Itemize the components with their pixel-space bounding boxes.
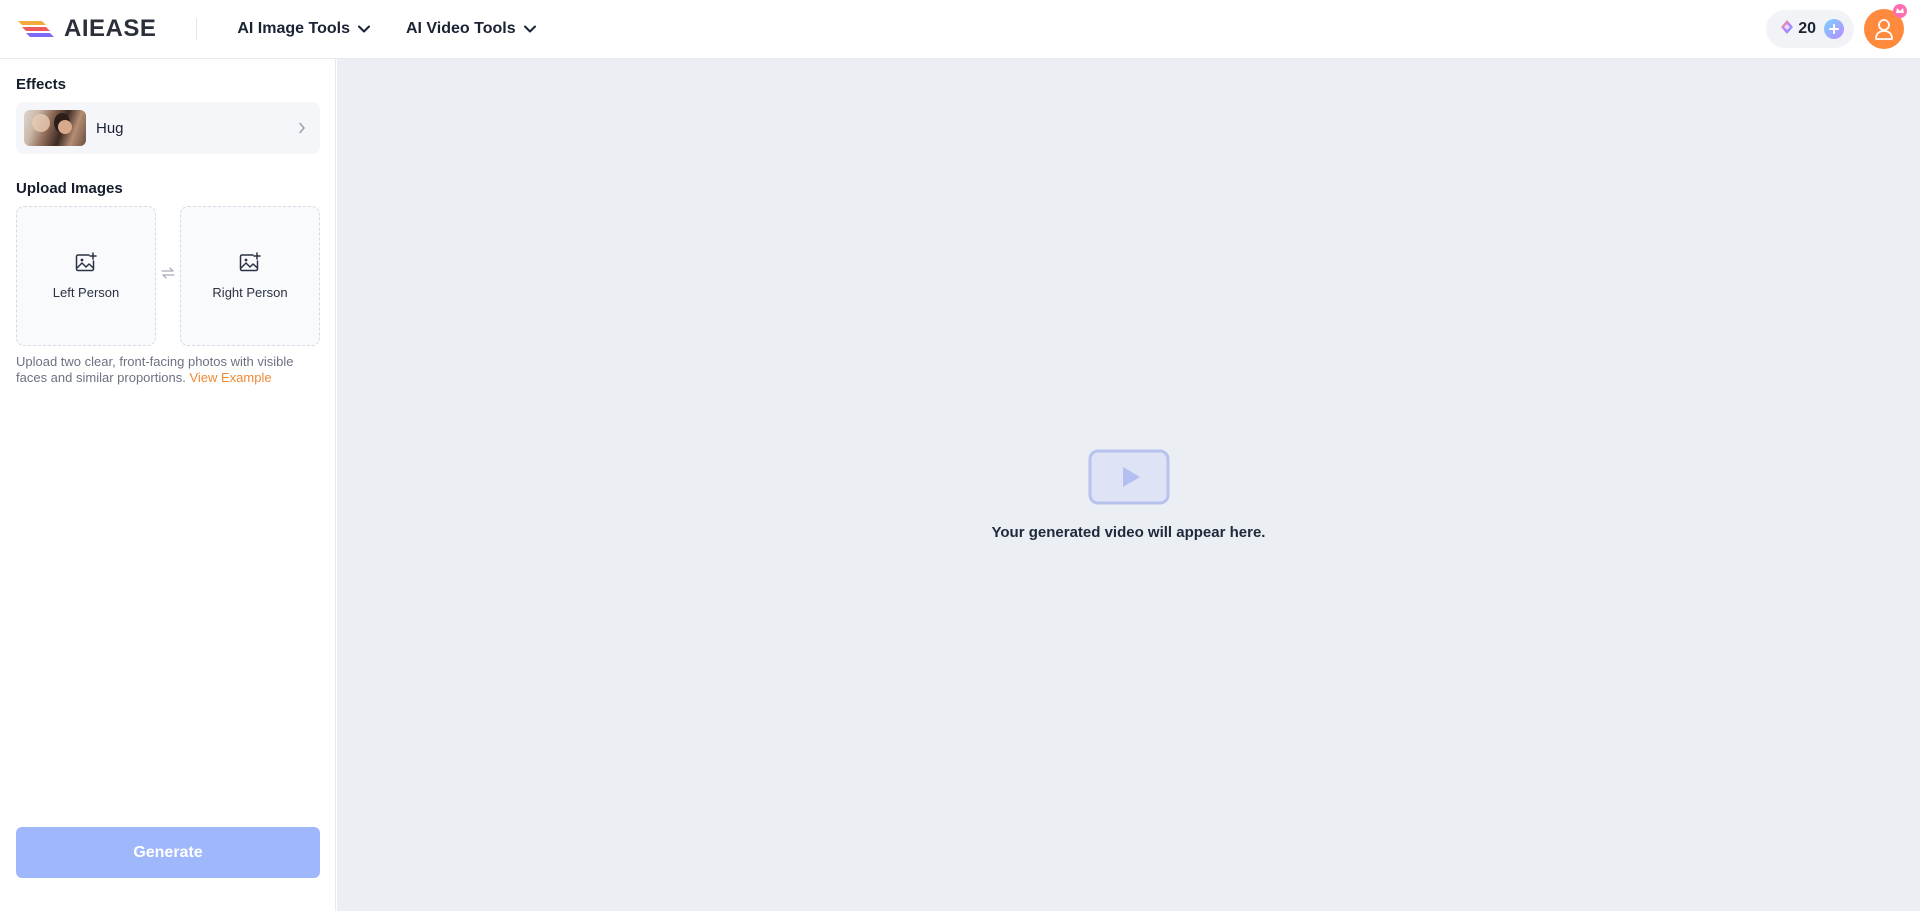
upload-left-person[interactable]: Left Person	[16, 206, 156, 346]
effect-selector[interactable]: Hug	[16, 102, 320, 154]
effect-thumbnail	[24, 110, 86, 146]
swap-icon[interactable]	[161, 267, 175, 279]
nav-label: AI Image Tools	[237, 20, 350, 37]
generate-button[interactable]: Generate	[16, 827, 320, 878]
effect-name: Hug	[96, 119, 124, 137]
chevron-down-icon	[523, 25, 536, 33]
nav-ai-video-tools[interactable]: AI Video Tools	[406, 20, 536, 38]
upload-left-label: Left Person	[52, 285, 120, 300]
chevron-right-icon	[298, 122, 306, 134]
preview-area: Your generated video will appear here.	[337, 59, 1920, 911]
premium-badge-icon	[1892, 3, 1908, 24]
placeholder-message: Your generated video will appear here.	[991, 524, 1266, 541]
user-avatar[interactable]	[1864, 4, 1907, 49]
image-add-icon	[239, 252, 261, 277]
left-sidebar: Effects Hug Upload Images Left Person Ri…	[0, 59, 336, 911]
upload-images-title: Upload Images	[16, 180, 123, 197]
user-icon	[1875, 19, 1893, 40]
effects-title: Effects	[16, 76, 67, 93]
chevron-down-icon	[357, 25, 370, 33]
gem-icon	[1780, 19, 1794, 40]
brand-logo[interactable]: AIEASE	[16, 15, 156, 43]
plus-icon	[1829, 24, 1839, 34]
view-example-link[interactable]: View Example	[189, 370, 271, 385]
upload-right-label: Right Person	[212, 285, 288, 300]
nav-label: AI Video Tools	[405, 20, 516, 37]
image-add-icon	[75, 252, 97, 277]
credits-pill[interactable]: 20	[1766, 10, 1854, 48]
video-play-icon	[1088, 449, 1170, 510]
video-placeholder: Your generated video will appear here.	[337, 449, 1920, 541]
add-credits-button[interactable]	[1824, 19, 1844, 39]
header-divider	[196, 18, 198, 40]
nav-ai-image-tools[interactable]: AI Image Tools	[237, 20, 370, 38]
brand-name: AIEASE	[64, 15, 157, 42]
top-header: AIEASE AI Image Tools AI Video Tools 20	[0, 0, 1920, 59]
header-right: 20	[1766, 4, 1907, 49]
credits-count: 20	[1798, 20, 1816, 37]
upload-hint: Upload two clear, front-facing photos wi…	[16, 354, 328, 386]
aiease-logo-icon	[16, 17, 56, 41]
upload-right-person[interactable]: Right Person	[180, 206, 320, 346]
